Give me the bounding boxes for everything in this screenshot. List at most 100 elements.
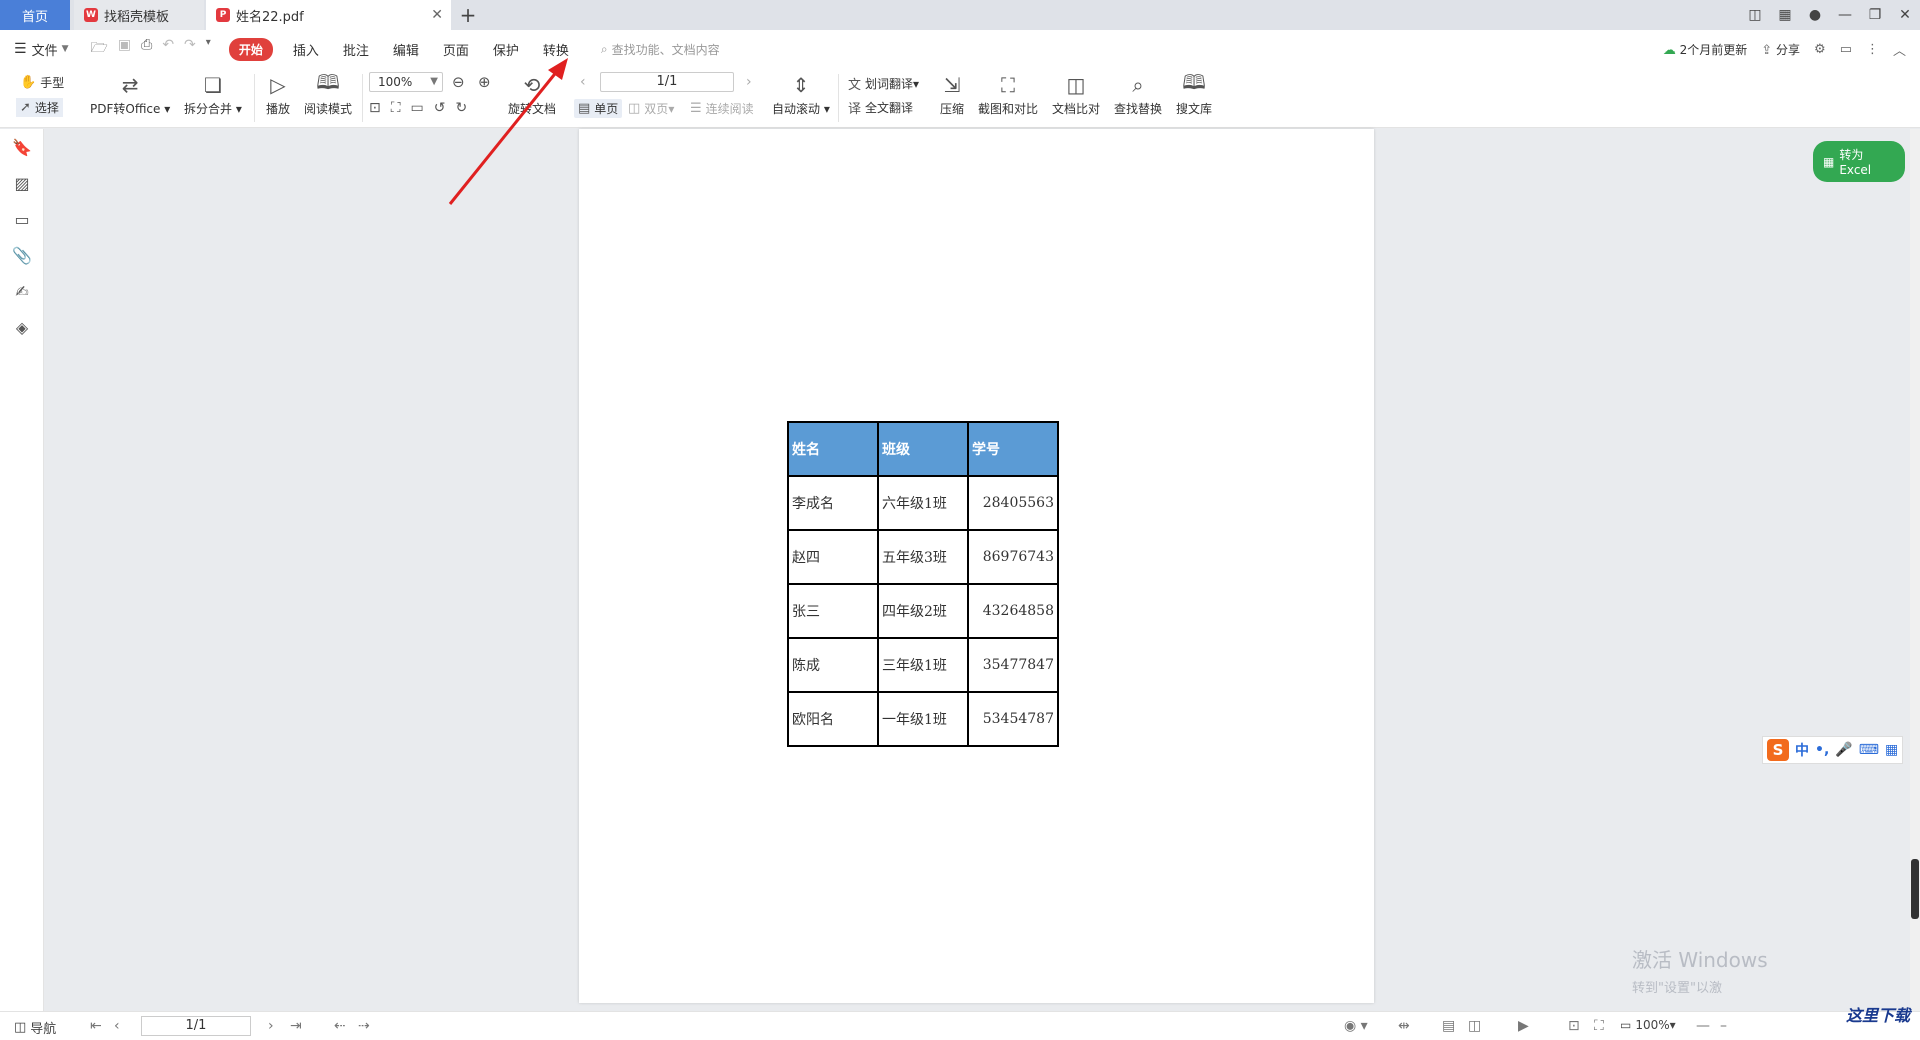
fit-page-icon[interactable]: ⛶: [391, 100, 401, 116]
keyboard-icon[interactable]: ⌨: [1859, 742, 1879, 758]
screenshot-compare-button[interactable]: ⛶ 截图和对比: [978, 72, 1038, 117]
actual-size-icon[interactable]: ⊡: [1568, 1018, 1580, 1034]
last-page-icon[interactable]: ⇥: [290, 1018, 302, 1034]
status-page-input[interactable]: 1/1: [141, 1016, 251, 1036]
single-page-label: 单页: [594, 102, 619, 116]
search-icon: ⌕: [600, 41, 608, 56]
window-controls: ◫ ▦ ● — ❐ ✕: [1740, 0, 1920, 30]
page-number-input[interactable]: 1/1: [600, 72, 734, 92]
close-tab-icon[interactable]: ✕: [431, 7, 443, 23]
pdf-to-office-button[interactable]: ⇄ PDF转Office ▾: [90, 72, 170, 117]
split-merge-button[interactable]: ❏ 拆分合并 ▾: [184, 72, 242, 117]
read-mode-button[interactable]: 🕮 阅读模式: [304, 70, 352, 117]
scrollbar-thumb[interactable]: [1911, 859, 1919, 919]
sogou-logo-icon[interactable]: S: [1767, 739, 1789, 761]
zoom-slider[interactable]: –: [1720, 1018, 1727, 1034]
print-icon[interactable]: ⎙: [141, 37, 152, 61]
cell-student-id: 53454787: [967, 691, 1059, 747]
rotate-right-icon[interactable]: ↻: [456, 100, 468, 116]
next-page-icon[interactable]: ›: [746, 74, 752, 90]
page-width-icon[interactable]: ⇹: [1398, 1018, 1410, 1034]
share-button[interactable]: ⇪ 分享: [1761, 41, 1800, 58]
menu-protect[interactable]: 保护: [481, 40, 531, 59]
fit-page-icon[interactable]: ⛶: [1594, 1018, 1604, 1034]
convert-to-excel-button[interactable]: ▦ 转为Excel: [1813, 141, 1905, 182]
file-menu[interactable]: ☰ 文件 ▼: [0, 40, 81, 59]
single-page-view-icon[interactable]: ▤: [1442, 1018, 1455, 1034]
zoom-in-icon[interactable]: ⊕: [478, 73, 491, 91]
book-icon: 🕮: [316, 70, 340, 94]
collapse-ribbon-icon[interactable]: ︿: [1893, 40, 1906, 59]
hand-tool[interactable]: ✋ 手型: [20, 74, 64, 91]
double-page-view-icon[interactable]: ◫: [1468, 1018, 1481, 1034]
bookmark-icon[interactable]: 🔖: [0, 129, 44, 165]
select-tool[interactable]: ➚ 选择: [16, 98, 63, 117]
doc-compare-button[interactable]: ◫ 文档比对: [1052, 72, 1100, 117]
menu-comment[interactable]: 批注: [331, 40, 381, 59]
menu-insert[interactable]: 插入: [281, 40, 331, 59]
play-button[interactable]: ▷ 播放: [264, 72, 292, 117]
rotate-doc-button[interactable]: ⟲ 旋转文档: [508, 72, 556, 117]
zoom-out-icon[interactable]: —: [1696, 1018, 1710, 1034]
punctuation-icon[interactable]: •,: [1815, 742, 1829, 758]
restore-icon[interactable]: ❐: [1860, 7, 1890, 23]
more-icon[interactable]: ⋮: [1866, 42, 1879, 57]
open-folder-icon[interactable]: 🗁: [91, 37, 108, 61]
new-tab-button[interactable]: +: [451, 0, 485, 30]
prev-page-icon[interactable]: ‹: [580, 74, 586, 90]
word-translate-button[interactable]: 文划词翻译 ▾: [848, 74, 919, 94]
full-translate-button[interactable]: 译全文翻译: [848, 98, 913, 117]
comment-panel-icon[interactable]: ▭: [0, 201, 44, 237]
signature-icon[interactable]: ✍: [0, 273, 44, 309]
zoom-select[interactable]: 100% ▼: [369, 72, 443, 92]
navigation-toggle[interactable]: ◫ 导航: [14, 1018, 56, 1037]
actual-size-icon[interactable]: ⊡: [369, 100, 381, 116]
tab-template[interactable]: W 找稻壳模板: [74, 0, 204, 30]
tab-pdf-file[interactable]: P 姓名22.pdf ✕: [206, 0, 451, 30]
eye-protection-icon[interactable]: ◉ ▾: [1344, 1018, 1368, 1034]
menu-convert[interactable]: 转换: [531, 40, 581, 59]
status-zoom[interactable]: ▭ 100% ▾: [1620, 1018, 1676, 1032]
back-icon[interactable]: ⇠: [334, 1018, 346, 1034]
user-avatar-icon[interactable]: ●: [1800, 7, 1830, 23]
compress-button[interactable]: ⇲ 压缩: [938, 72, 966, 117]
menu-start[interactable]: 开始: [228, 37, 273, 61]
play-slideshow-icon[interactable]: ▶: [1518, 1018, 1529, 1034]
menu-edit[interactable]: 编辑: [381, 40, 431, 59]
menu-page[interactable]: 页面: [431, 40, 481, 59]
continuous-read-button[interactable]: ☰ 连续阅读: [690, 100, 754, 117]
search-library-label: 搜文库: [1176, 102, 1213, 116]
settings-icon[interactable]: ⚙: [1814, 42, 1826, 57]
rotate-left-icon[interactable]: ↺: [434, 100, 446, 116]
save-icon[interactable]: ▣: [118, 37, 131, 61]
fit-width-icon[interactable]: ▭: [411, 100, 424, 116]
undo-icon[interactable]: ↶: [162, 37, 174, 61]
layers-icon[interactable]: ◈: [0, 309, 44, 345]
thumbnail-icon[interactable]: ▨: [0, 165, 44, 201]
customize-dropdown-icon[interactable]: ▾: [206, 37, 211, 61]
next-page-icon[interactable]: ›: [268, 1018, 274, 1034]
single-page-button[interactable]: ▤ 单页: [574, 99, 623, 118]
zoom-out-icon[interactable]: ⊖: [452, 73, 465, 91]
vertical-scrollbar[interactable]: [1910, 129, 1920, 1011]
find-replace-button[interactable]: ⌕ 查找替换: [1114, 72, 1162, 117]
auto-scroll-button[interactable]: ⇕ 自动滚动 ▾: [772, 72, 830, 117]
grid-apps-icon[interactable]: ▦: [1770, 7, 1800, 23]
search-library-button[interactable]: 🕮 搜文库: [1176, 70, 1213, 117]
prev-page-icon[interactable]: ‹: [114, 1018, 120, 1034]
tab-home[interactable]: 首页: [0, 0, 70, 30]
ime-mode[interactable]: 中: [1795, 740, 1809, 760]
update-status[interactable]: ☁ 2个月前更新: [1663, 41, 1747, 58]
comment-icon[interactable]: ▭: [1840, 42, 1852, 57]
minimize-icon[interactable]: —: [1830, 7, 1860, 23]
double-page-button[interactable]: ◫ 双页 ▾: [628, 100, 674, 117]
layout-icon[interactable]: ◫: [1740, 7, 1770, 23]
first-page-icon[interactable]: ⇤: [90, 1018, 102, 1034]
ime-menu-icon[interactable]: ▦: [1885, 742, 1898, 758]
forward-icon[interactable]: ⇢: [358, 1018, 370, 1034]
close-window-icon[interactable]: ✕: [1890, 7, 1920, 23]
feature-search[interactable]: ⌕ 查找功能、文档内容: [601, 41, 720, 58]
microphone-icon[interactable]: 🎤: [1835, 742, 1852, 758]
redo-icon[interactable]: ↷: [184, 37, 196, 61]
attachment-icon[interactable]: 📎: [0, 237, 44, 273]
